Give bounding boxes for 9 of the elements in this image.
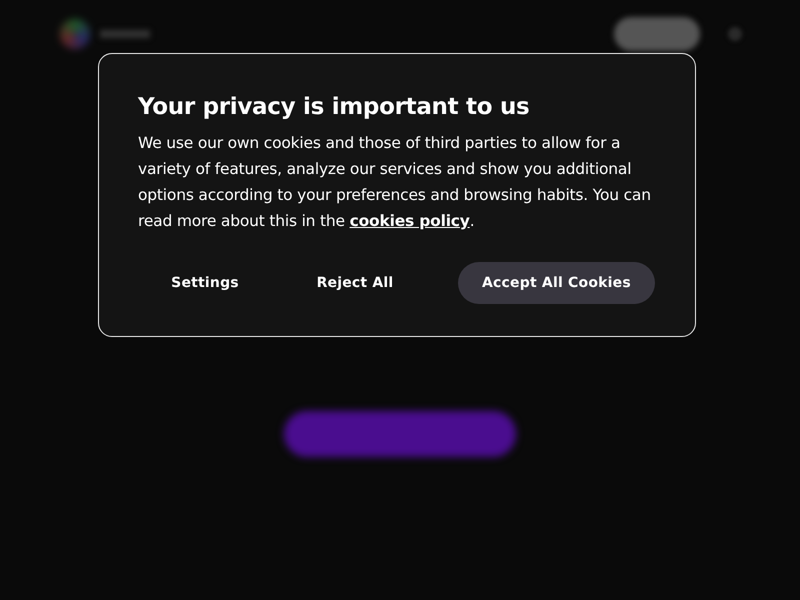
settings-button[interactable]: Settings [138, 262, 272, 304]
accept-button[interactable]: Accept All Cookies [458, 262, 655, 304]
dialog-title: Your privacy is important to us [138, 94, 530, 120]
cookies-policy-link[interactable]: cookies policy [350, 212, 470, 230]
dialog-text: We use our own cookies and those of third parties to allow for a variety of features, analyze our services and show you additional options according to your preferences and browsing habits. You can read more about this in the cookies policy. [138, 133, 652, 232]
reject-button[interactable]: Reject All [288, 262, 422, 304]
logo-icon [60, 19, 90, 49]
header-button[interactable] [614, 17, 700, 51]
get-started-button[interactable] [284, 411, 516, 457]
